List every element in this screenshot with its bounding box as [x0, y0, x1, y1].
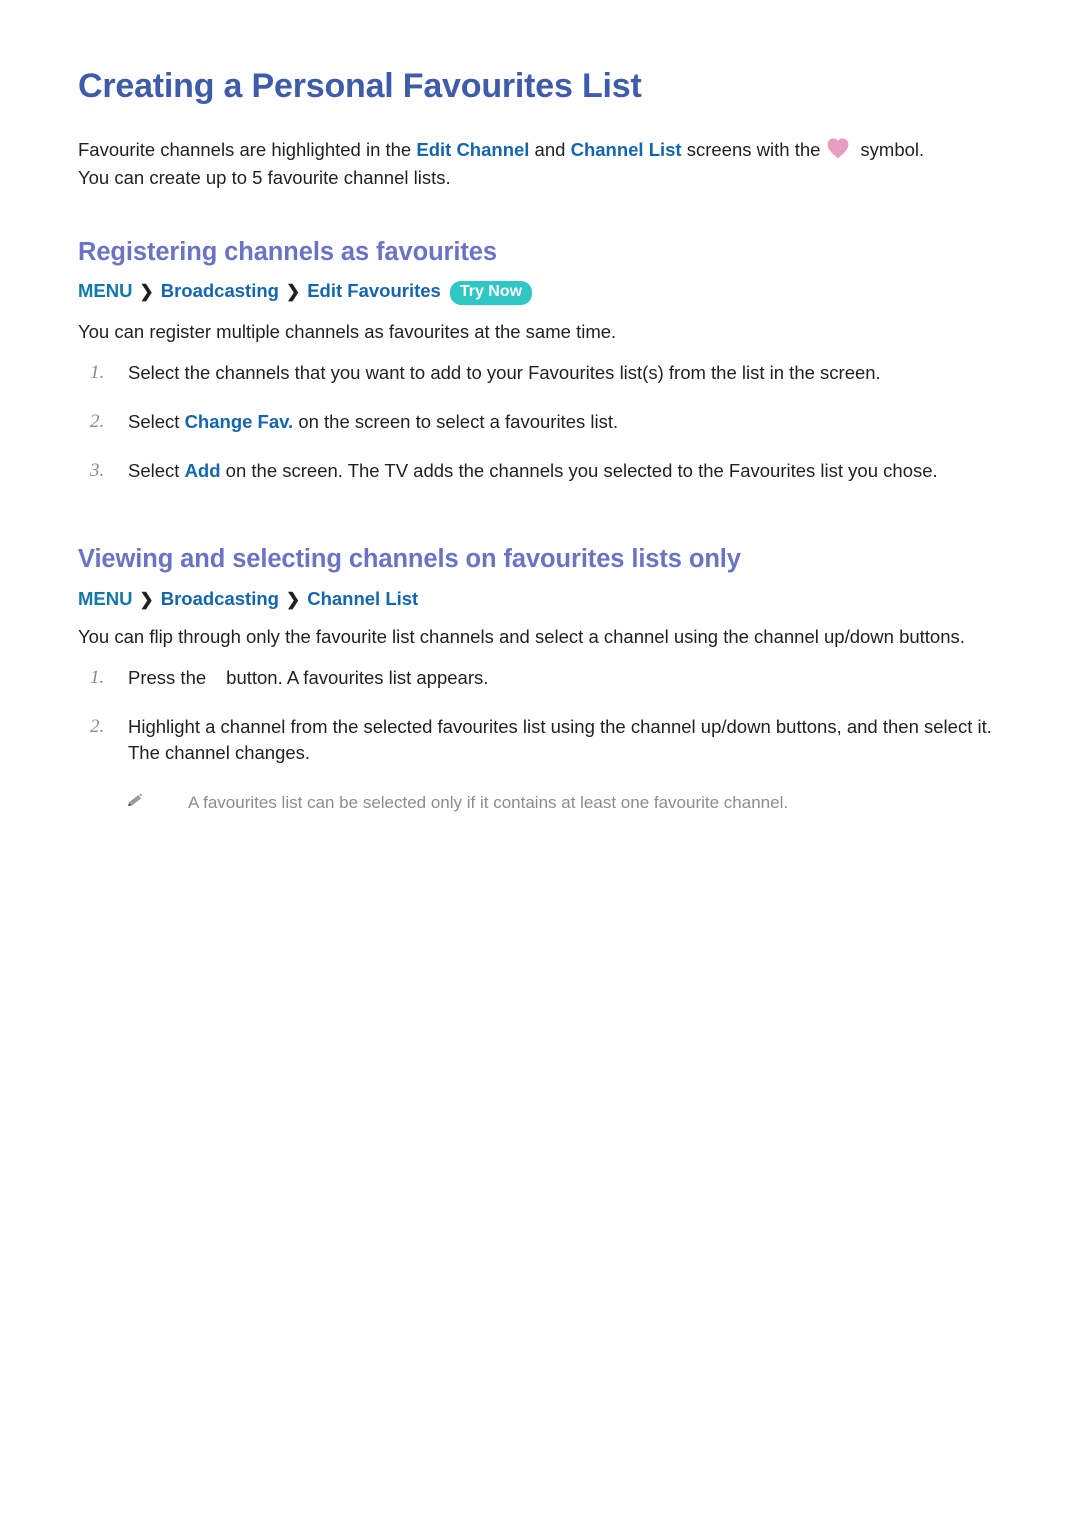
chevron-right-icon: ❯: [285, 590, 301, 610]
intro-text-2: and: [529, 138, 571, 160]
step-number: 1.: [90, 666, 105, 688]
link-add[interactable]: Add: [185, 460, 221, 481]
page-title: Creating a Personal Favourites List: [78, 67, 642, 105]
list-item: 1. Select the channels that you want to a…: [78, 360, 1002, 386]
step-number: 2.: [90, 716, 105, 737]
section-paragraph-viewing: You can flip through only the favourite …: [78, 626, 965, 648]
list-item: 1. Press the button. A favourites list app…: [78, 665, 1002, 691]
step-number: 3.: [90, 460, 105, 482]
document-page: Creating a Personal Favourites List Favo…: [0, 0, 1080, 1527]
step-number: 1.: [90, 361, 105, 383]
breadcrumb-item-channel-list[interactable]: Channel List: [307, 588, 418, 609]
link-change-fav[interactable]: Change Fav.: [185, 411, 294, 432]
link-edit-channel[interactable]: Edit Channel: [416, 139, 529, 160]
intro-text-3: screens with the: [681, 138, 821, 160]
breadcrumb-item-edit-favourites[interactable]: Edit Favourites: [307, 280, 441, 301]
list-item: 3. Select Add on the screen. The TV adds …: [78, 458, 1002, 484]
section-heading-registering: Registering channels as favourites: [78, 237, 497, 266]
step-text-before: Select: [128, 410, 185, 432]
step-text-before: Select: [128, 460, 185, 482]
chevron-right-icon: ❯: [139, 282, 154, 302]
section-paragraph-registering: You can register multiple channels as fa…: [78, 321, 617, 343]
breadcrumb-registering: MENU ❯ Broadcasting ❯ Edit Favourites Try Now: [78, 280, 1002, 306]
step-text-before: Press the: [128, 666, 207, 688]
section-heading-viewing: Viewing and selecting channels on favour…: [78, 545, 741, 574]
intro-text-4: symbol.: [860, 138, 925, 160]
steps-list-registering: 1. Select the channels that you want to a…: [78, 360, 1002, 485]
pencil-icon: [126, 793, 144, 811]
breadcrumb-item-broadcasting[interactable]: Broadcasting: [161, 280, 279, 301]
list-item: 2. Select Change Fav. on the screen to se…: [78, 409, 1002, 435]
step-text: Highlight a channel from the selected fa…: [128, 716, 992, 764]
chevron-right-icon: ❯: [139, 590, 154, 610]
chevron-right-icon: ❯: [285, 282, 301, 302]
intro-line-2: You can create up to 5 favourite channel…: [78, 167, 451, 189]
link-channel-list[interactable]: Channel List: [571, 139, 682, 160]
try-now-badge[interactable]: Try Now: [449, 281, 533, 306]
breadcrumb-menu[interactable]: MENU: [78, 280, 132, 301]
note-text: A favourites list can be selected only i…: [78, 791, 1002, 815]
intro-paragraph: Favourite channels are highlighted in th…: [78, 137, 1002, 191]
breadcrumb-viewing: MENU ❯ Broadcasting ❯ Channel List: [78, 588, 1002, 610]
breadcrumb-menu[interactable]: MENU: [78, 588, 132, 609]
heart-icon: [826, 137, 850, 166]
intro-text-1: Favourite channels are highlighted in th…: [78, 138, 417, 160]
step-text-after: on the screen. The TV adds the channels …: [220, 460, 938, 482]
step-text-after: button. A favourites list appears.: [226, 666, 489, 688]
steps-list-viewing: 1. Press the button. A favourites list app…: [78, 665, 1002, 767]
list-item: 2. Highlight a channel from the selected …: [78, 714, 1002, 767]
step-number: 2.: [90, 410, 105, 432]
step-text-after: on the screen to select a favourites lis…: [293, 410, 619, 432]
breadcrumb-item-broadcasting[interactable]: Broadcasting: [161, 588, 279, 609]
step-text: Select the channels that you want to add…: [128, 361, 881, 383]
note-message: A favourites list can be selected only i…: [188, 792, 789, 812]
